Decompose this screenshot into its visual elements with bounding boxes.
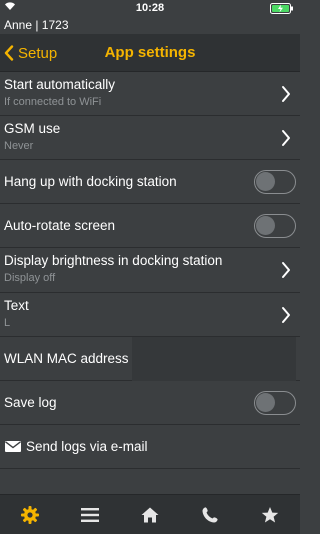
list-icon xyxy=(81,508,99,522)
tab-home[interactable] xyxy=(120,495,180,534)
chevron-left-icon xyxy=(4,45,14,61)
mail-icon xyxy=(5,441,21,452)
mac-address-field[interactable] xyxy=(132,337,296,381)
setting-value: If connected to WiFi xyxy=(4,96,102,108)
settings-list: Start automatically If connected to WiFi… xyxy=(0,72,300,469)
setting-start-automatically[interactable]: Start automatically If connected to WiFi xyxy=(0,72,300,116)
save-log-toggle[interactable] xyxy=(254,391,296,415)
tab-phone[interactable] xyxy=(180,495,240,534)
status-time: 10:28 xyxy=(135,2,165,14)
setting-save-log: Save log xyxy=(0,381,300,425)
user-label: Anne | 1723 xyxy=(4,18,69,32)
setting-label: Save log xyxy=(4,395,57,410)
back-label: Setup xyxy=(18,44,58,62)
setting-wlan-mac: WLAN MAC address xyxy=(0,337,300,381)
toggle-knob xyxy=(256,393,275,412)
setting-gsm-use[interactable]: GSM use Never xyxy=(0,116,300,160)
star-icon xyxy=(261,507,279,523)
setting-label: Auto-rotate screen xyxy=(4,218,116,233)
setting-label: Start automatically xyxy=(4,77,116,92)
phone-icon xyxy=(202,507,218,523)
setting-hang-up-docking: Hang up with docking station xyxy=(0,160,300,204)
setting-label: Display brightness in docking station xyxy=(4,253,223,268)
status-bar: 10:28 xyxy=(0,0,300,16)
toggle-knob xyxy=(256,172,275,191)
setting-text-size[interactable]: Text L xyxy=(0,293,300,337)
setting-label: Text xyxy=(4,298,29,313)
chevron-right-icon xyxy=(282,262,290,278)
setting-label: WLAN MAC address xyxy=(4,351,129,366)
setting-value: Display off xyxy=(4,272,56,284)
chevron-right-icon xyxy=(282,86,290,102)
setting-display-brightness[interactable]: Display brightness in docking station Di… xyxy=(0,248,300,293)
back-button[interactable]: Setup xyxy=(4,34,57,72)
send-logs-button[interactable]: Send logs via e-mail xyxy=(0,425,300,469)
gear-icon xyxy=(21,506,39,524)
chevron-right-icon xyxy=(282,307,290,323)
setting-value: L xyxy=(4,317,11,329)
setting-label: Hang up with docking station xyxy=(4,174,177,189)
tab-bar xyxy=(0,494,300,534)
hang-up-toggle[interactable] xyxy=(254,170,296,194)
tab-settings[interactable] xyxy=(0,495,60,534)
auto-rotate-toggle[interactable] xyxy=(254,214,296,238)
setting-label: Send logs via e-mail xyxy=(26,439,148,454)
setting-label: GSM use xyxy=(4,121,61,136)
battery-charging-icon xyxy=(270,3,294,14)
tab-list[interactable] xyxy=(60,495,120,534)
nav-bar: Setup App settings xyxy=(0,34,300,72)
tab-favorites[interactable] xyxy=(240,495,300,534)
setting-auto-rotate: Auto-rotate screen xyxy=(0,204,300,248)
setting-value: Never xyxy=(4,140,34,152)
toggle-knob xyxy=(256,216,275,235)
home-icon xyxy=(141,507,159,523)
chevron-right-icon xyxy=(282,130,290,146)
